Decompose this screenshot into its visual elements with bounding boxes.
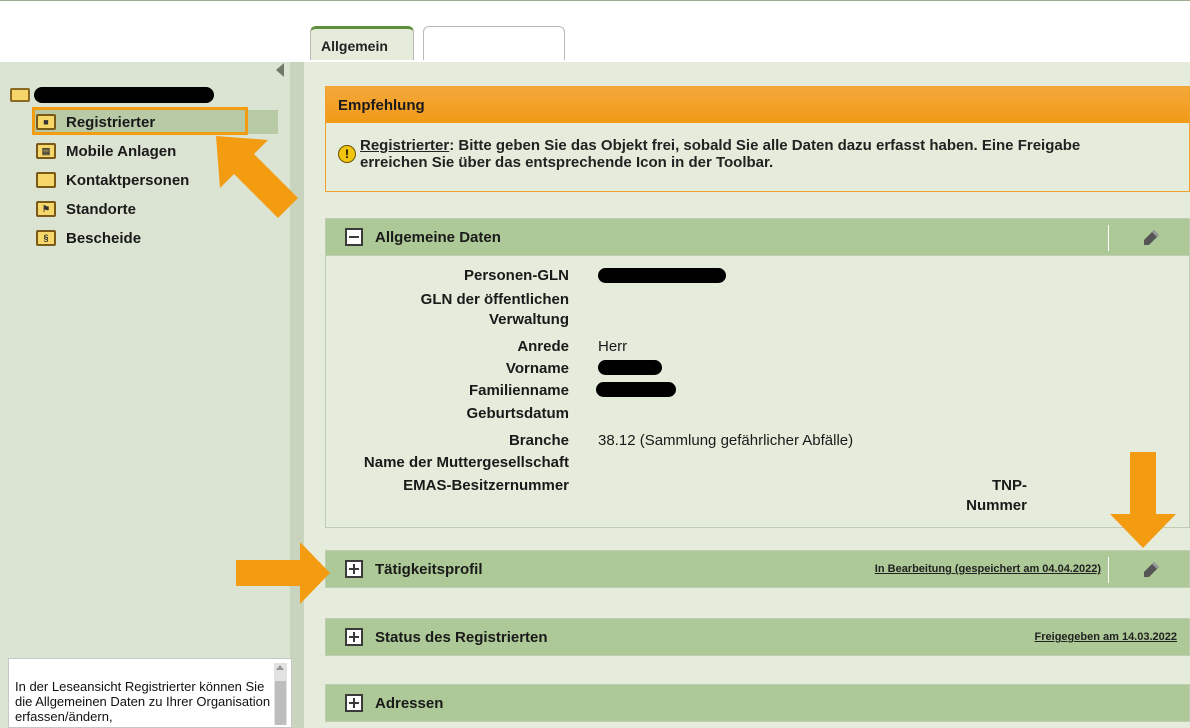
expand-plus-icon[interactable] — [345, 628, 363, 646]
section-taetigkeitsprofil[interactable]: Tätigkeitsprofil In Bearbeitung (gespeic… — [325, 550, 1190, 588]
field-label-tnp-line1: TNP- — [992, 477, 1027, 494]
warning-icon: ! — [338, 145, 356, 163]
section-status-des-registrierten[interactable]: Status des Registrierten Freigegeben am … — [325, 618, 1190, 656]
annotation-arrow-right — [236, 542, 330, 604]
expand-plus-icon[interactable] — [345, 560, 363, 578]
section-title: Allgemeine Daten — [375, 228, 501, 246]
field-label-familienname: Familienname — [468, 382, 569, 399]
tree-item-bescheide[interactable]: § Bescheide — [36, 226, 141, 250]
tree-item-label: Bescheide — [66, 229, 142, 247]
scroll-thumb[interactable] — [275, 681, 286, 725]
status-link-freigegeben[interactable]: Freigegeben am 14.03.2022 — [1035, 631, 1177, 643]
field-value-branche: 38.12 (Sammlung gefährlicher Abfälle) — [598, 432, 854, 449]
tree-item-label: Mobile Anlagen — [66, 142, 177, 160]
help-scrollbar[interactable] — [274, 663, 287, 725]
folder-open-icon — [10, 88, 30, 102]
section-allgemeine-daten[interactable]: Allgemeine Daten — [325, 218, 1190, 256]
tree-root[interactable] — [10, 86, 214, 104]
tab-second[interactable] — [423, 26, 565, 60]
tree-item-mobile-anlagen[interactable]: ▤ Mobile Anlagen — [36, 139, 176, 163]
tab-bar — [0, 0, 1190, 63]
recommendation-text-2: erreichen Sie über das entsprechende Ico… — [360, 154, 774, 171]
field-label-emas: EMAS-Besitzernummer — [403, 477, 569, 494]
separator — [1108, 557, 1109, 583]
section-title: Tätigkeitsprofil — [375, 560, 483, 578]
collapse-minus-icon[interactable] — [345, 228, 363, 246]
section-title: Adressen — [375, 694, 444, 712]
field-label-gln-line1: GLN der öffentlichen — [420, 291, 569, 308]
tree-item-label: Kontaktpersonen — [66, 171, 190, 189]
registrierter-link[interactable]: Registrierter — [360, 137, 449, 154]
annotation-arrow-diagonal — [216, 136, 298, 218]
redacted-personen-gln — [598, 268, 726, 283]
redacted-familienname — [596, 382, 676, 397]
vehicle-icon: ▤ — [36, 143, 56, 159]
annotation-arrow-down — [1110, 452, 1176, 548]
folder-icon — [36, 172, 56, 188]
section-adressen[interactable]: Adressen — [325, 684, 1190, 722]
field-label-personen-gln: Personen-GLN — [463, 267, 569, 284]
general-data-details: Personen-GLN GLN der öffentlichen Verwal… — [325, 256, 1190, 528]
collapse-left-icon[interactable] — [276, 63, 284, 77]
recommendation-title: Empfehlung — [326, 87, 1189, 123]
recommendation-body: ! Registrierter: Bitte geben Sie das Obj… — [326, 123, 1189, 171]
field-label-branche: Branche — [508, 432, 569, 449]
help-text-box: In der Leseansicht Registrierter können … — [8, 658, 292, 728]
scroll-up-icon[interactable] — [276, 665, 284, 670]
field-label-muttergesellschaft: Name der Muttergesellschaft — [363, 454, 569, 471]
edit-pencil-icon[interactable] — [1141, 228, 1161, 248]
pin-icon: ⚑ — [36, 201, 56, 217]
field-label-vorname: Vorname — [505, 360, 569, 377]
expand-plus-icon[interactable] — [345, 694, 363, 712]
tree-item-standorte[interactable]: ⚑ Standorte — [36, 197, 136, 221]
separator — [1108, 225, 1109, 251]
field-label-geburtsdatum: Geburtsdatum — [466, 405, 569, 422]
redacted-root-label — [34, 87, 214, 103]
recommendation-text-1: : Bitte geben Sie das Objekt frei, sobal… — [449, 137, 1081, 154]
field-label-anrede: Anrede — [517, 338, 569, 355]
field-label-tnp-line2: Nummer — [966, 497, 1027, 514]
status-link-in-bearbeitung[interactable]: In Bearbeitung (gespeichert am 04.04.202… — [875, 563, 1101, 575]
tab-allgemein[interactable]: Allgemein — [310, 26, 414, 60]
edit-pencil-icon[interactable] — [1141, 560, 1161, 580]
redacted-vorname — [598, 360, 662, 375]
field-value-anrede: Herr — [598, 338, 628, 355]
paragraph-icon: § — [36, 230, 56, 246]
help-text: In der Leseansicht Registrierter können … — [15, 679, 271, 724]
recommendation-panel: Empfehlung ! Registrierter: Bitte geben … — [325, 86, 1190, 192]
field-label-gln-line2: Verwaltung — [488, 311, 569, 328]
section-title: Status des Registrierten — [375, 628, 548, 646]
tree-item-label: Standorte — [66, 200, 137, 218]
tree-item-kontaktpersonen[interactable]: Kontaktpersonen — [36, 168, 189, 192]
